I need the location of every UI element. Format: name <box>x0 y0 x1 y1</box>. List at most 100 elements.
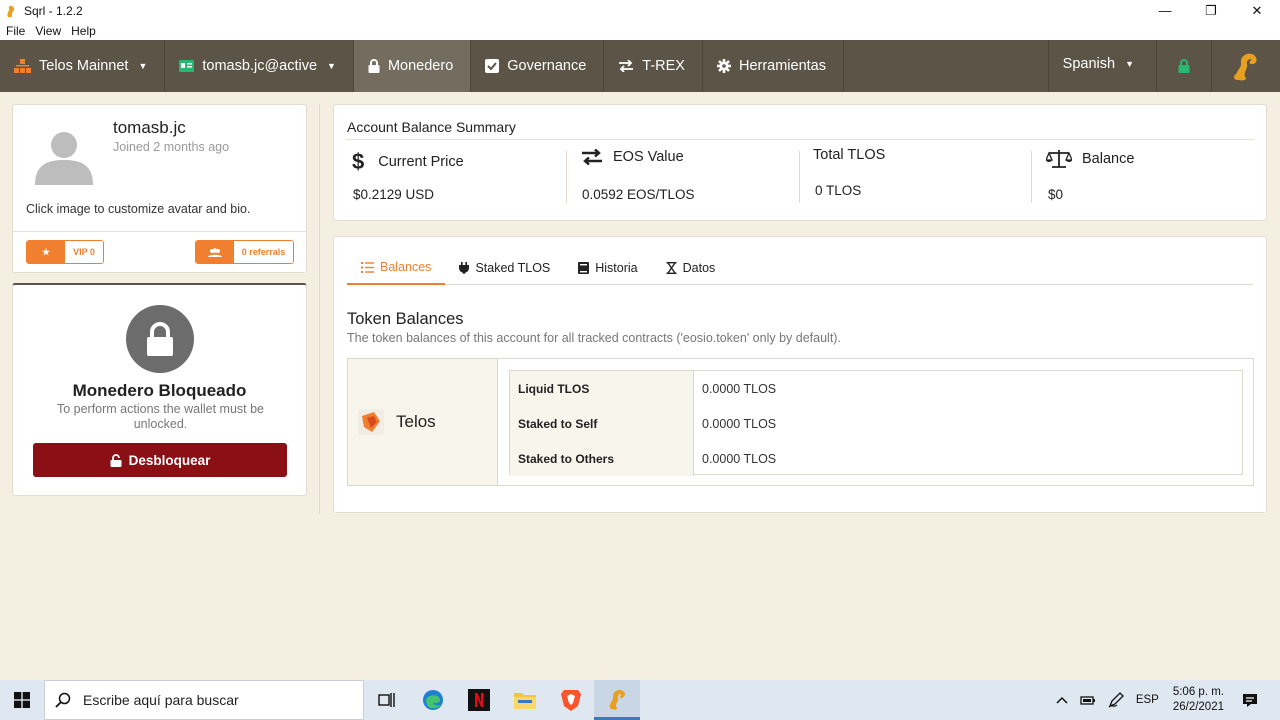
divider <box>1031 151 1032 203</box>
unlock-button-label: Desbloquear <box>128 452 211 468</box>
edge-app[interactable] <box>410 680 456 720</box>
profile-hint: Click image to customize avatar and bio. <box>26 202 251 216</box>
balance-label: Balance <box>1082 151 1135 167</box>
row-label: Staked to Others <box>510 441 694 476</box>
restore-button[interactable]: ❐ <box>1188 0 1234 21</box>
tab-staked-tlos[interactable]: Staked TLOS <box>445 251 564 284</box>
clock-time: 5:06 p. m. <box>1172 686 1224 698</box>
referrals-label: 0 referrals <box>234 241 293 263</box>
unlock-button[interactable]: Desbloquear <box>33 443 287 477</box>
account-balance-summary: Account Balance Summary $ Current Price … <box>333 104 1267 221</box>
search-icon <box>55 692 71 708</box>
tab-balances-label: Balances <box>380 260 432 274</box>
stat-total-tlos: Total TLOS 0 TLOS <box>813 147 886 205</box>
dollar-icon: $ <box>352 149 365 174</box>
nav-wallet[interactable]: Monedero <box>353 40 472 92</box>
current-price-value: $0.2129 USD <box>353 187 435 202</box>
windows-logo-icon <box>14 692 30 708</box>
nav-tools[interactable]: Herramientas <box>703 40 844 92</box>
sitemap-icon <box>14 59 31 73</box>
list-icon <box>361 261 374 273</box>
telos-logo-icon <box>358 409 384 435</box>
profile-joined: Joined 2 months ago <box>113 140 230 154</box>
divider <box>799 151 800 203</box>
close-button[interactable]: ✕ <box>1234 0 1280 21</box>
lock-icon <box>368 59 380 73</box>
balances-tabs: Balances Staked TLOS Historia Datos <box>347 251 1253 285</box>
nav-right-group: Spanish ▼ <box>1047 40 1280 92</box>
wallet-lock-status[interactable] <box>1156 40 1211 92</box>
tab-balances[interactable]: Balances <box>347 251 446 285</box>
row-value: 0.0000 TLOS <box>702 416 777 431</box>
row-value: 0.0000 TLOS <box>702 451 777 466</box>
minimize-button[interactable]: — <box>1142 0 1188 21</box>
tab-datos[interactable]: Datos <box>652 251 730 284</box>
sqrl-logo <box>1211 40 1280 92</box>
nav-governance[interactable]: Governance <box>471 40 605 92</box>
account-label: tomasb.jc@active <box>202 58 318 74</box>
language-label: Spanish <box>1062 56 1116 72</box>
account-dropdown[interactable]: tomasb.jc@active ▼ <box>165 40 354 92</box>
exchange-icon <box>618 60 634 72</box>
eos-value-label: EOS Value <box>613 149 684 165</box>
total-tlos-label: Total TLOS <box>813 147 886 163</box>
network-dropdown[interactable]: Telos Mainnet ▼ <box>0 40 166 92</box>
vip-badge[interactable]: ★ VIP 0 <box>26 240 104 264</box>
profile-card: tomasb.jc Joined 2 months ago Click imag… <box>12 104 307 273</box>
check-square-icon <box>485 59 500 73</box>
system-tray: ESP 5:06 p. m. 26/2/2021 <box>1050 680 1280 720</box>
caret-down-icon: ▼ <box>327 61 336 71</box>
balance-value: $0 <box>1048 187 1064 202</box>
hourglass-icon <box>666 261 677 274</box>
avatar[interactable] <box>33 123 95 185</box>
nav-trex[interactable]: T-REX <box>604 40 703 92</box>
column-divider <box>319 104 320 514</box>
input-language[interactable]: ESP <box>1136 694 1159 706</box>
nav-tools-label: Herramientas <box>738 58 826 74</box>
task-view-button[interactable] <box>364 680 410 720</box>
row-label: Liquid TLOS <box>510 371 694 406</box>
pen-icon[interactable] <box>1108 692 1124 708</box>
wallet-locked-title: Monedero Bloqueado <box>72 381 247 400</box>
clock-date: 26/2/2021 <box>1172 701 1224 713</box>
taskbar-search[interactable]: Escribe aquí para buscar <box>44 680 364 720</box>
brave-app[interactable] <box>548 680 594 720</box>
menu-file[interactable]: File <box>6 24 25 38</box>
tab-historia-label: Historia <box>595 260 638 275</box>
menu-bar: File View Help <box>0 21 1280 40</box>
language-dropdown[interactable]: Spanish ▼ <box>1047 40 1156 92</box>
green-lock-icon <box>1178 59 1190 73</box>
menu-view[interactable]: View <box>35 24 61 38</box>
squirrel-logo-icon <box>609 689 625 710</box>
tab-datos-label: Datos <box>682 260 716 275</box>
stat-balance: Balance $0 <box>1046 149 1134 205</box>
token-balances-title: Token Balances <box>347 310 464 328</box>
sqrl-app[interactable] <box>594 680 640 720</box>
stat-current-price: $ Current Price $0.2129 USD <box>352 149 464 205</box>
battery-icon[interactable] <box>1080 694 1096 706</box>
tab-historia[interactable]: Historia <box>564 251 651 284</box>
stat-eos-value: EOS Value 0.0592 EOS/TLOS <box>581 149 695 205</box>
row-value: 0.0000 TLOS <box>702 381 777 396</box>
balance-scale-icon <box>1046 149 1072 169</box>
wallet-locked-message: To perform actions the wallet must be un… <box>56 402 265 431</box>
unlock-icon <box>110 453 122 467</box>
show-hidden-icons-button[interactable] <box>1056 696 1068 704</box>
token-cell: Telos <box>348 359 498 485</box>
divider <box>566 151 567 203</box>
taskbar-clock[interactable]: 5:06 p. m. 26/2/2021 <box>1173 685 1224 715</box>
file-explorer-app[interactable] <box>502 680 548 720</box>
menu-help[interactable]: Help <box>71 24 96 38</box>
tab-staked-label: Staked TLOS <box>475 260 551 275</box>
token-balances-description: The token balances of this account for a… <box>347 331 841 345</box>
netflix-app[interactable] <box>456 680 502 720</box>
star-icon: ★ <box>27 241 65 263</box>
referrals-badge[interactable]: 0 referrals <box>195 240 294 264</box>
row-label: Staked to Self <box>510 406 694 441</box>
start-button[interactable] <box>0 680 44 720</box>
id-card-icon <box>179 60 195 72</box>
window-title: Sqrl - 1.2.2 <box>24 3 83 18</box>
summary-title: Account Balance Summary <box>347 119 516 135</box>
plug-icon <box>459 261 470 274</box>
notifications-icon[interactable] <box>1242 693 1258 708</box>
